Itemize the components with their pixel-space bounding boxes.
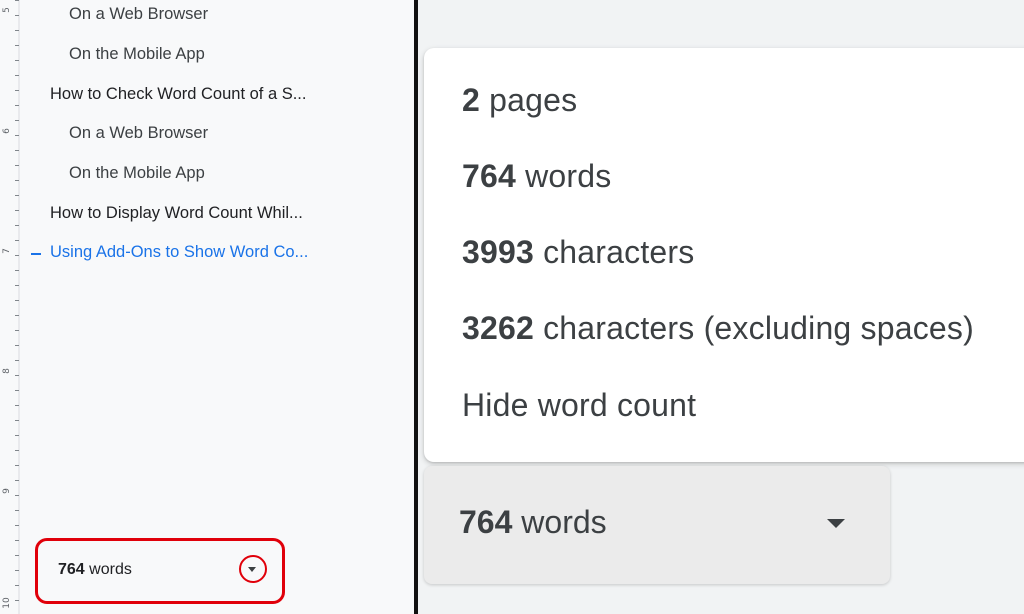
stat-value: 3262 (462, 310, 534, 346)
outline-heading-active[interactable]: Using Add-Ons to Show Word Co... (50, 243, 308, 262)
ruler-label: 5 (2, 7, 12, 13)
word-count-menu: 2 pages 764 words 3993 characters 3262 c… (424, 48, 1024, 462)
stat-value: 3993 (462, 234, 534, 270)
word-count-chip-text: 764 words (459, 504, 607, 541)
stat-label: characters (543, 234, 695, 270)
character-no-spaces-stat: 3262 characters (excluding spaces) (462, 310, 974, 347)
page-count-stat: 2 pages (462, 82, 577, 119)
ruler-label: 8 (2, 368, 12, 374)
vertical-ruler: 5 6 7 8 9 10 (0, 0, 20, 614)
stat-value: 2 (462, 82, 480, 118)
outline-item[interactable]: On the Mobile App (69, 45, 205, 64)
ruler-label: 9 (2, 488, 12, 494)
outline-heading[interactable]: How to Check Word Count of a S... (50, 85, 306, 104)
word-count-value: 764 (459, 504, 513, 540)
word-count-dropdown-button[interactable] (239, 555, 267, 583)
stat-label: words (525, 158, 612, 194)
zoomed-word-count-panel: 2 pages 764 words 3993 characters 3262 c… (418, 0, 1024, 614)
word-count-value: 764 (58, 561, 85, 578)
word-count-unit: words (89, 561, 132, 578)
caret-down-icon (248, 567, 256, 572)
ruler-ticks (15, 0, 20, 614)
outline-item[interactable]: On a Web Browser (69, 124, 208, 143)
outline-heading[interactable]: How to Display Word Count Whil... (50, 204, 303, 223)
active-outline-marker (31, 253, 41, 255)
word-count-stat: 764 words (462, 158, 611, 195)
word-count-chip-text: 764 words (58, 561, 132, 579)
outline-item[interactable]: On a Web Browser (69, 5, 208, 24)
stat-label: pages (489, 82, 578, 118)
word-count-chip-zoomed[interactable]: 764 words (424, 466, 890, 584)
hide-word-count-option[interactable]: Hide word count (462, 387, 696, 424)
stat-label: characters (excluding spaces) (543, 310, 974, 346)
ruler-label: 7 (2, 248, 12, 254)
caret-down-icon[interactable] (827, 519, 845, 528)
docs-left-panel: 5 6 7 8 9 10 On a Web Browser On the Mob… (0, 0, 414, 614)
word-count-unit: words (521, 504, 607, 540)
stat-value: 764 (462, 158, 516, 194)
ruler-label: 6 (2, 128, 12, 134)
word-count-chip-highlighted[interactable]: 764 words (35, 538, 285, 604)
ruler-label: 10 (2, 597, 12, 609)
character-count-stat: 3993 characters (462, 234, 694, 271)
outline-item[interactable]: On the Mobile App (69, 164, 205, 183)
